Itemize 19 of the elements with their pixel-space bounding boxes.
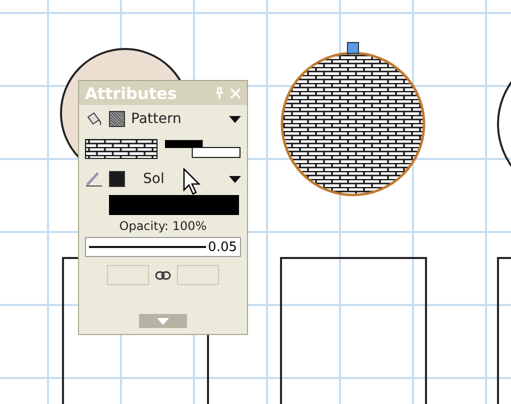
stroke-width-field[interactable]: 0.05 [85,237,241,257]
paint-bucket-icon[interactable] [85,111,103,127]
color-pair-swatch[interactable] [164,139,241,159]
pencil-icon[interactable] [85,171,103,187]
caret-icon [157,318,169,324]
stroke-color-swatch[interactable] [109,171,125,187]
width-input[interactable] [107,265,149,285]
opacity-label: Opacity: 100% [118,218,208,235]
dropdown-arrow-icon[interactable] [229,116,241,122]
link-icon[interactable] [155,270,171,280]
panel-title: Attributes [85,84,178,102]
pattern-swatch[interactable] [109,111,125,127]
fill-type-dropdown[interactable]: Pattern [131,111,223,127]
brick-pattern-preview[interactable] [85,139,158,159]
selection-handle[interactable] [347,42,359,54]
mouse-pointer-icon [183,168,201,196]
height-input[interactable] [177,265,219,285]
stroke-type-dropdown[interactable]: Sol [131,171,223,187]
dropdown-arrow-icon[interactable] [229,176,241,182]
